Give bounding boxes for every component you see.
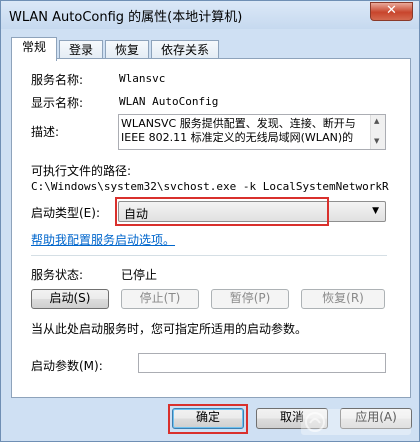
path-label: 可执行文件的路径: (31, 164, 132, 178)
close-icon: ✕ (386, 3, 397, 18)
scroll-up-icon[interactable]: ▲ (374, 117, 379, 125)
stop-service-button[interactable]: 停止(T) (121, 289, 199, 309)
tab-recovery[interactable]: 恢复 (105, 40, 149, 60)
start-params-input[interactable] (138, 353, 386, 373)
tab-general[interactable]: 常规 (11, 37, 57, 61)
startup-type-label: 启动类型(E): (31, 206, 100, 220)
resume-service-button[interactable]: 恢复(R) (301, 289, 385, 309)
tab-dependencies[interactable]: 依存关系 (151, 40, 219, 60)
description-textbox[interactable]: WLANSVC 服务提供配置、发现、连接、断开与 IEEE 802.11 标准定… (118, 114, 386, 150)
highlight-ok-button (168, 404, 248, 434)
display-name-value: WLAN AutoConfig (119, 95, 219, 108)
watermark-logo-icon (301, 409, 411, 435)
title-bar[interactable]: WLAN AutoConfig 的属性(本地计算机) ✕ (1, 1, 419, 29)
scroll-down-icon[interactable]: ▼ (374, 137, 379, 145)
service-status-value: 已停止 (121, 268, 158, 282)
description-value: WLANSVC 服务提供配置、发现、连接、断开与 IEEE 802.11 标准定… (121, 117, 356, 144)
path-value: C:\Windows\system32\svchost.exe -k Local… (31, 180, 389, 193)
help-configure-link[interactable]: 帮助我配置服务启动选项。 (31, 231, 175, 248)
pause-service-button[interactable]: 暂停(P) (211, 289, 289, 309)
description-label: 描述: (31, 125, 60, 139)
service-status-label: 服务状态: (31, 268, 84, 282)
display-name-label: 显示名称: (31, 96, 84, 110)
description-scrollbar[interactable]: ▲ ▼ (370, 115, 385, 149)
highlight-startup-type (115, 197, 329, 226)
start-service-button[interactable]: 启动(S) (31, 289, 109, 309)
section-divider (31, 255, 387, 256)
service-name-label: 服务名称: (31, 73, 84, 87)
chevron-down-icon: ▼ (372, 206, 379, 216)
close-button[interactable]: ✕ (370, 2, 413, 21)
service-name-value: Wlansvc (119, 72, 166, 85)
service-properties-window: WLAN AutoConfig 的属性(本地计算机) ✕ 常规 登录 恢复 依存… (0, 0, 420, 442)
tab-strip: 常规 登录 恢复 依存关系 (11, 37, 411, 61)
start-params-label: 启动参数(M): (31, 359, 103, 373)
window-title: WLAN AutoConfig 的属性(本地计算机) (9, 10, 243, 25)
start-params-hint: 当从此处启动服务时，您可指定所适用的启动参数。 (31, 322, 308, 336)
tab-logon[interactable]: 登录 (59, 40, 103, 60)
